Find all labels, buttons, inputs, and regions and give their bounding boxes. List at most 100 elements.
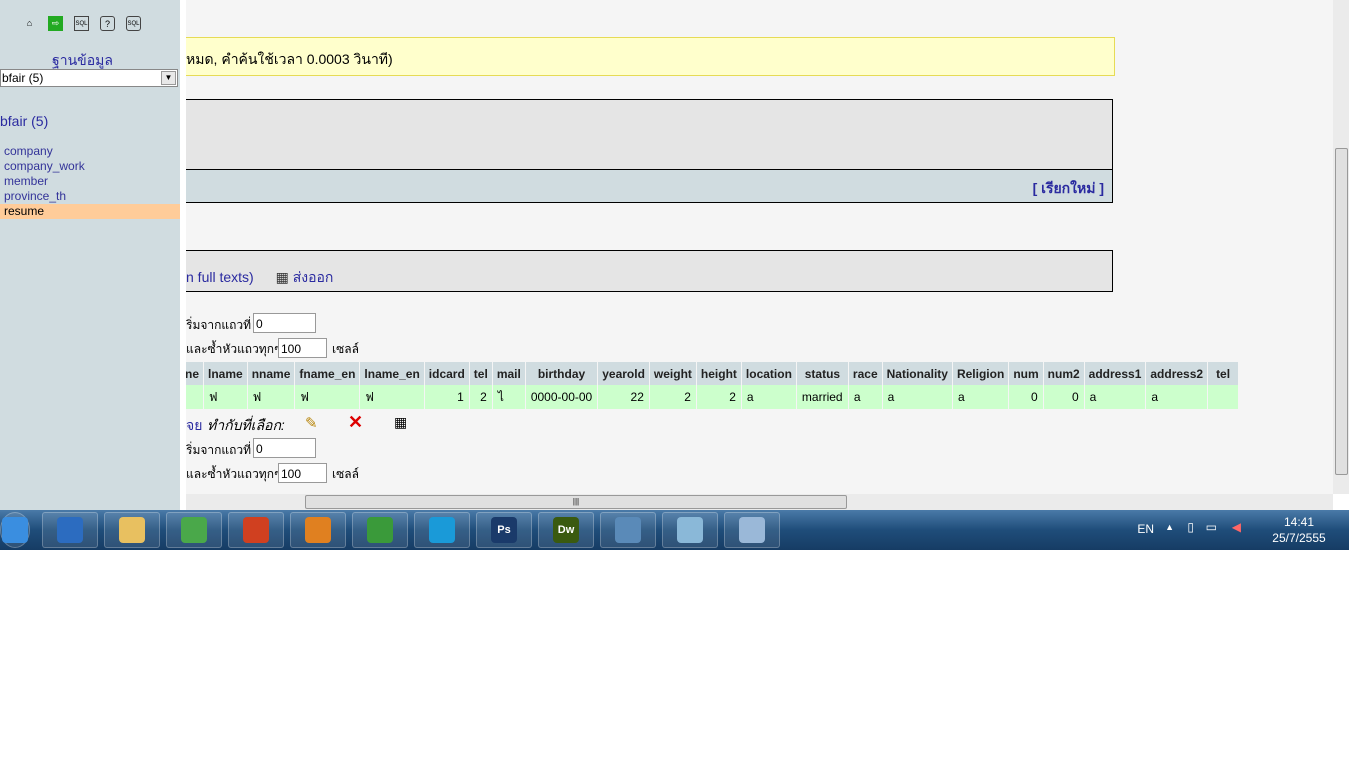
power-icon[interactable]: ▯ [1187, 520, 1194, 534]
column-header-idcard[interactable]: idcard [424, 362, 469, 385]
table-cell-address1[interactable]: a [1084, 385, 1146, 409]
sidebar-table-province-th[interactable]: province_th [0, 189, 180, 204]
table-cell-fname_en[interactable]: ฟ [295, 385, 360, 409]
edit-pencil-icon[interactable]: ✎ [305, 414, 318, 432]
help-icon[interactable]: ? [100, 16, 115, 31]
column-header-nname[interactable]: nname [247, 362, 295, 385]
column-header-num[interactable]: num [1009, 362, 1043, 385]
delete-icon[interactable]: ✕ [348, 412, 363, 433]
exit-icon[interactable]: ⇨ [48, 16, 63, 31]
taskbar-app-icon [243, 517, 269, 543]
network-icon[interactable]: ▭ [1206, 520, 1217, 534]
table-cell-lname_en[interactable]: ฟ [360, 385, 424, 409]
sql-docs-icon[interactable]: SQL [126, 16, 141, 31]
table-cell-tel[interactable]: 2 [469, 385, 492, 409]
full-texts-link[interactable]: n full texts) [186, 269, 254, 285]
horizontal-scroll-thumb[interactable]: ||| [305, 495, 847, 509]
start-row-input[interactable]: 0 [253, 438, 316, 458]
language-indicator[interactable]: EN [1137, 522, 1154, 536]
query-notice: หมด, คำค้นใช้เวลา 0.0003 วินาที) [186, 37, 1115, 76]
column-header-weight[interactable]: weight [649, 362, 696, 385]
volume-muted-icon[interactable]: ◀ [1232, 520, 1241, 534]
column-header-num2[interactable]: num2 [1043, 362, 1084, 385]
export-icon[interactable]: ▦ [276, 269, 289, 285]
taskbar-app-filezilla[interactable] [228, 512, 284, 548]
export-icon[interactable]: ▦ [394, 414, 407, 431]
taskbar-app-network[interactable] [352, 512, 408, 548]
column-header-lname[interactable]: lname [204, 362, 247, 385]
column-header-ne[interactable]: ne [186, 362, 204, 385]
table-cell-birthday[interactable]: 0000-00-00 [525, 385, 598, 409]
taskbar-app-start[interactable] [0, 512, 30, 548]
table-cell-location[interactable]: a [741, 385, 796, 409]
export-link[interactable]: ส่งออก [293, 269, 334, 285]
column-header-location[interactable]: location [741, 362, 796, 385]
column-header-tel[interactable]: tel [469, 362, 492, 385]
taskbar-app-skype[interactable] [414, 512, 470, 548]
clock-date: 25/7/2555 [1272, 531, 1326, 545]
column-header-height[interactable]: height [696, 362, 741, 385]
table-cell-idcard[interactable]: 1 [424, 385, 469, 409]
table-cell-nname[interactable]: ฟ [247, 385, 295, 409]
table-cell-lname[interactable]: ฟ [204, 385, 247, 409]
column-header-race[interactable]: race [848, 362, 882, 385]
table-cell-mail[interactable]: ไ [492, 385, 525, 409]
table-cell-address2[interactable]: a [1146, 385, 1208, 409]
database-title[interactable]: bfair (5) [0, 113, 48, 129]
table-cell-race[interactable]: a [848, 385, 882, 409]
taskbar-app-paint[interactable] [662, 512, 718, 548]
taskbar-app-dw[interactable]: Dw [538, 512, 594, 548]
taskbar-app-icon [615, 517, 641, 543]
with-selected-label: ทำกับที่เลือก: [207, 417, 285, 433]
database-select[interactable]: bfair (5) ▼ [0, 69, 178, 87]
table-cell-num2[interactable]: 0 [1043, 385, 1084, 409]
table-cell-yearold[interactable]: 22 [598, 385, 649, 409]
taskbar-app-icon [181, 517, 207, 543]
column-header-birthday[interactable]: birthday [525, 362, 598, 385]
start-row-input[interactable]: 0 [253, 313, 316, 333]
sql-query-icon[interactable]: SQL [74, 16, 89, 31]
taskbar-app-notepad[interactable] [724, 512, 780, 548]
column-header-fname_en[interactable]: fname_en [295, 362, 360, 385]
table-cell-ne[interactable] [186, 385, 204, 409]
column-header-address1[interactable]: address1 [1084, 362, 1146, 385]
query-actions-bar: [ เรียกใหม่ ] [186, 170, 1113, 203]
sidebar-table-company-work[interactable]: company_work [0, 159, 180, 174]
chevron-down-icon[interactable]: ▼ [161, 71, 176, 85]
clock[interactable]: 14:41 25/7/2555 [1269, 514, 1329, 546]
column-header-address2[interactable]: address2 [1146, 362, 1208, 385]
table-cell-weight[interactable]: 2 [649, 385, 696, 409]
table-cell-status[interactable]: married [796, 385, 848, 409]
sidebar: ⌂ ⇨ SQL ? SQL ฐานข้อมูล bfair (5) ▼ bfair… [0, 0, 180, 510]
sidebar-table-member[interactable]: member [0, 174, 180, 189]
taskbar-app-chrome[interactable] [166, 512, 222, 548]
table-cell-tel[interactable] [1208, 385, 1239, 409]
table-header-row: ne lname nname fname_en lname_en idcard tel mai… [186, 362, 1239, 385]
table-cell-num[interactable]: 0 [1009, 385, 1043, 409]
check-all-link[interactable]: จย [186, 415, 202, 437]
show-hidden-icons[interactable]: ▲ [1165, 522, 1174, 532]
table-row[interactable]: ฟฟฟฟ 1 2 ไ 0000-00-00 22 2 2 a married a a a 0 0 a a [186, 385, 1239, 409]
repeat-header-input[interactable]: 100 [278, 463, 327, 483]
taskbar-app-explorer[interactable] [104, 512, 160, 548]
column-header-tel[interactable]: tel [1208, 362, 1239, 385]
column-header-yearold[interactable]: yearold [598, 362, 649, 385]
vertical-scroll-thumb[interactable] [1335, 148, 1348, 475]
taskbar-app-ps[interactable]: Ps [476, 512, 532, 548]
taskbar-app-internet-explorer[interactable] [42, 512, 98, 548]
column-header-status[interactable]: status [796, 362, 848, 385]
column-header-religion[interactable]: Religion [952, 362, 1009, 385]
column-header-mail[interactable]: mail [492, 362, 525, 385]
column-header-nationality[interactable]: Nationality [882, 362, 952, 385]
taskbar-app-photo[interactable] [600, 512, 656, 548]
sidebar-table-company[interactable]: company [0, 144, 180, 159]
table-cell-height[interactable]: 2 [696, 385, 741, 409]
table-cell-religion[interactable]: a [952, 385, 1009, 409]
refresh-link[interactable]: [ เรียกใหม่ ] [1033, 180, 1104, 196]
table-cell-nationality[interactable]: a [882, 385, 952, 409]
taskbar-app-media[interactable] [290, 512, 346, 548]
sidebar-table-resume[interactable]: resume [0, 204, 180, 219]
repeat-header-input[interactable]: 100 [278, 338, 327, 358]
home-icon[interactable]: ⌂ [22, 16, 37, 31]
column-header-lname_en[interactable]: lname_en [360, 362, 424, 385]
